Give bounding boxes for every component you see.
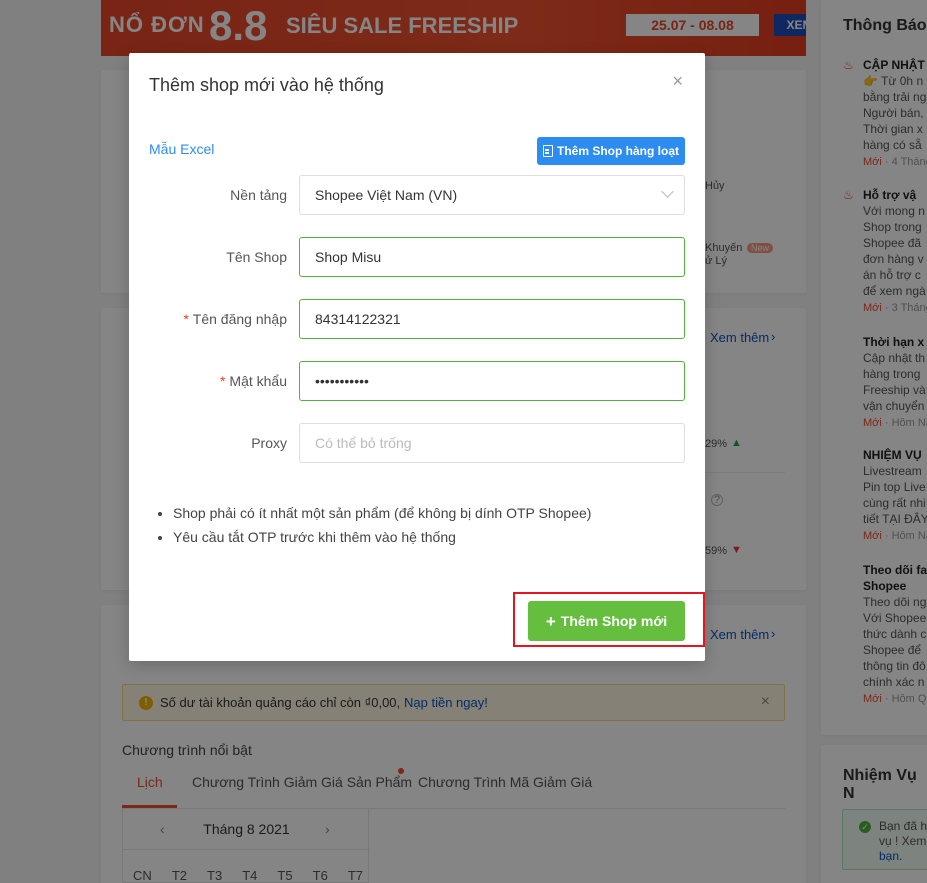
- requirement-item: Shop phải có ít nhất một sản phẩm (để kh…: [173, 501, 591, 525]
- password-label: * Mật khẩu: [220, 373, 287, 389]
- close-icon[interactable]: ×: [672, 71, 683, 92]
- requirement-item: Yêu cầu tắt OTP trước khi thêm vào hệ th…: [173, 525, 591, 549]
- platform-select[interactable]: Shopee Việt Nam (VN): [299, 175, 685, 215]
- shop-name-label: Tên Shop: [226, 249, 287, 265]
- username-input[interactable]: [299, 299, 685, 339]
- bulk-add-shop-button[interactable]: Thêm Shop hàng loạt: [537, 137, 685, 165]
- bulk-add-shop-label: Thêm Shop hàng loạt: [557, 144, 679, 158]
- excel-file-icon: [543, 145, 553, 157]
- proxy-input[interactable]: [299, 423, 685, 463]
- password-label-text: Mật khẩu: [229, 373, 287, 389]
- username-label-text: Tên đăng nhập: [192, 311, 287, 327]
- platform-value: Shopee Việt Nam (VN): [315, 187, 458, 203]
- platform-label: Nền tảng: [230, 187, 287, 203]
- plus-icon: +: [545, 611, 556, 631]
- chevron-down-icon: [661, 185, 674, 198]
- required-mark: *: [183, 311, 189, 327]
- add-shop-modal: Thêm shop mới vào hệ thống × Mẫu Excel T…: [129, 53, 705, 661]
- modal-title: Thêm shop mới vào hệ thống: [149, 75, 384, 95]
- password-input[interactable]: [299, 361, 685, 401]
- excel-template-link[interactable]: Mẫu Excel: [149, 141, 214, 157]
- requirements-list: Shop phải có ít nhất một sản phẩm (để kh…: [173, 501, 591, 549]
- shop-name-input[interactable]: [299, 237, 685, 277]
- username-label: * Tên đăng nhập: [183, 311, 287, 327]
- proxy-label: Proxy: [251, 435, 287, 451]
- add-shop-submit-button[interactable]: + Thêm Shop mới: [528, 601, 685, 641]
- add-shop-submit-label: Thêm Shop mới: [560, 613, 668, 629]
- required-mark: *: [219, 373, 226, 389]
